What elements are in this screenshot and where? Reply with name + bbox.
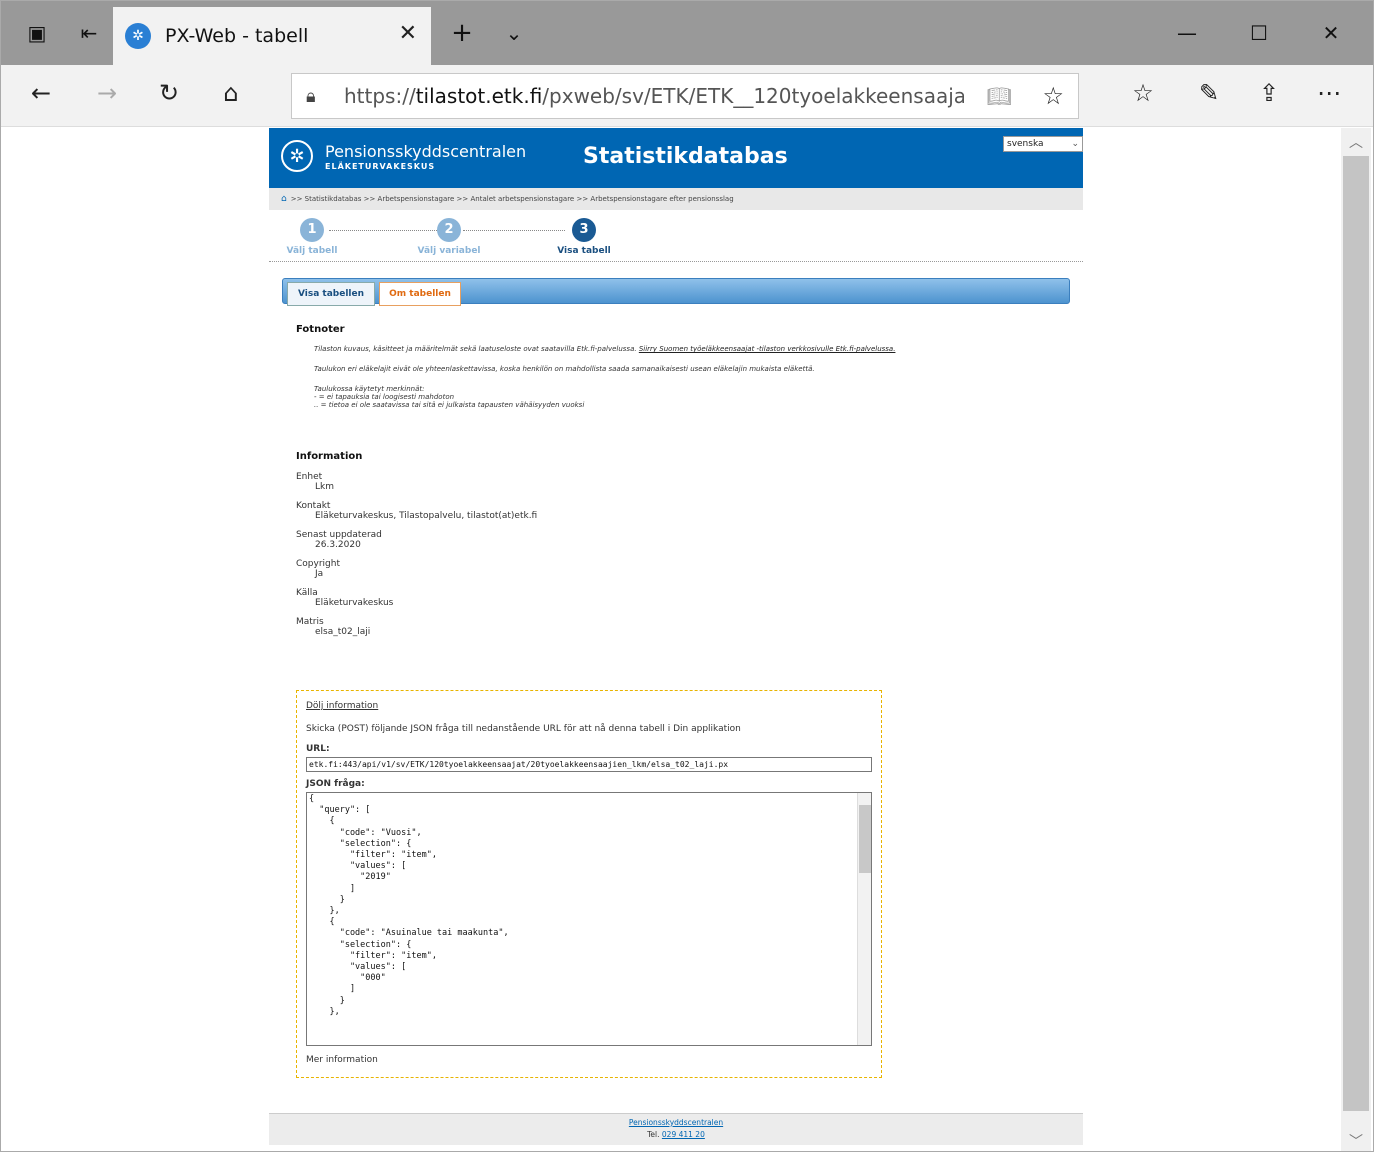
- tab-about-table[interactable]: Om tabellen: [379, 282, 461, 306]
- page-viewport: ✲ Pensionsskyddscentralen ELÄKETURVAKESK…: [1, 128, 1341, 1151]
- more-information-link[interactable]: Mer information: [306, 1055, 378, 1065]
- tab-list-chevron-icon[interactable]: ⌄: [499, 1, 529, 65]
- json-query-textarea[interactable]: { "query": [ { "code": "Vuosi", "selecti…: [306, 792, 872, 1046]
- org-logo-icon[interactable]: ✲: [281, 140, 313, 172]
- new-tab-icon[interactable]: +: [447, 1, 477, 65]
- set-aside-tabs-icon[interactable]: ⇤: [71, 1, 107, 65]
- step-3: 3 Visa tabell: [553, 218, 615, 256]
- api-url-field[interactable]: etk.fi:443/api/v1/sv/ETK/120tyoelakkeens…: [306, 757, 872, 772]
- step-1-label: Välj tabell: [286, 246, 338, 256]
- json-scrollbar[interactable]: [857, 793, 871, 1045]
- footnote-3-line-2: .. = tietoa ei ole saatavissa tai sitä e…: [314, 401, 585, 409]
- footnote-3-title: Taulukossa käytetyt merkinnät:: [314, 385, 425, 393]
- info-item: Kontakt Eläketurvakeskus, Tilastopalvelu…: [296, 501, 538, 521]
- reading-view-icon[interactable]: 📖︎: [987, 84, 1012, 108]
- tab-show-table[interactable]: Visa tabellen: [287, 282, 375, 306]
- json-query-text: { "query": [ { "code": "Vuosi", "selecti…: [309, 794, 509, 1017]
- json-label: JSON fråga:: [306, 779, 365, 789]
- step-2[interactable]: 2 Välj variabel: [411, 218, 487, 256]
- title-bar: ▣ ⇤ ✲ PX-Web - tabell ✕ + ⌄ — ☐ ✕: [1, 1, 1373, 65]
- page-scrollbar-thumb[interactable]: [1343, 156, 1369, 1111]
- step-2-number: 2: [437, 218, 461, 242]
- share-icon[interactable]: ⇪: [1251, 79, 1287, 107]
- footer-phone-link[interactable]: 029 411 20: [662, 1130, 705, 1139]
- back-icon[interactable]: ←: [23, 79, 59, 107]
- language-select[interactable]: svenska ⌄: [1003, 136, 1083, 152]
- info-item: Källa Eläketurvakeskus: [296, 588, 394, 608]
- org-subtitle: ELÄKETURVAKESKUS: [325, 162, 436, 171]
- step-1[interactable]: 1 Välj tabell: [285, 218, 339, 256]
- url-label: URL:: [306, 744, 330, 754]
- favorites-list-icon[interactable]: ☆: [1125, 79, 1161, 107]
- api-info-box: Dölj information Skicka (POST) följande …: [296, 690, 882, 1078]
- home-icon[interactable]: ⌂: [281, 194, 287, 204]
- favorite-star-icon[interactable]: ☆: [1042, 82, 1064, 110]
- step-1-number: 1: [300, 218, 324, 242]
- footnote-link[interactable]: Siirry Suomen työeläkkeensaajat -tilasto…: [639, 345, 896, 353]
- info-item: Enhet Lkm: [296, 472, 334, 492]
- page-title: Statistikdatabas: [583, 144, 788, 169]
- info-item: Matris elsa_t02_laji: [296, 617, 371, 637]
- close-window-icon[interactable]: ✕: [1311, 1, 1351, 65]
- pen-notes-icon[interactable]: ✎: [1191, 79, 1227, 107]
- step-2-label: Välj variabel: [417, 246, 481, 256]
- info-item: Senast uppdaterad 26.3.2020: [296, 530, 382, 550]
- about-content: Fotnoter Tilaston kuvaus, käsitteet ja m…: [296, 324, 1056, 637]
- scroll-up-icon[interactable]: ︿: [1341, 132, 1371, 152]
- breadcrumb-text[interactable]: >> Statistikdatabas >> Arbetspensionstag…: [291, 195, 734, 203]
- footnotes-heading: Fotnoter: [296, 324, 345, 335]
- lock-icon: 🔒︎: [306, 85, 316, 107]
- tab-title: PX-Web - tabell: [165, 25, 309, 47]
- close-tab-icon[interactable]: ✕: [399, 21, 417, 46]
- address-bar[interactable]: 🔒︎ https://tilastot.etk.fi/pxweb/sv/ETK/…: [291, 73, 1079, 119]
- home-icon[interactable]: ⌂: [213, 79, 249, 107]
- browser-window: ▣ ⇤ ✲ PX-Web - tabell ✕ + ⌄ — ☐ ✕ ← → ↻ …: [0, 0, 1374, 1152]
- page-scrollbar[interactable]: ︿ ﹀: [1341, 128, 1371, 1151]
- footnote-2: Taulukon eri eläkelajit eivät ole yhteen…: [314, 365, 815, 373]
- scroll-down-icon[interactable]: ﹀: [1341, 1131, 1371, 1151]
- hide-information-link[interactable]: Dölj information: [306, 701, 378, 711]
- more-options-icon[interactable]: ⋯: [1311, 79, 1347, 107]
- refresh-icon[interactable]: ↻: [151, 79, 187, 107]
- site-banner: ✲ Pensionsskyddscentralen ELÄKETURVAKESK…: [269, 128, 1083, 188]
- address-url[interactable]: https://tilastot.etk.fi/pxweb/sv/ETK/ETK…: [344, 84, 964, 108]
- minimize-icon[interactable]: —: [1167, 1, 1207, 65]
- table-tabs: Visa tabellen Om tabellen: [282, 278, 1070, 306]
- json-scrollbar-thumb[interactable]: [859, 805, 871, 873]
- footnote-3-line-1: - = ei tapauksia tai loogisesti mahdoton: [314, 393, 455, 401]
- forward-icon[interactable]: →: [89, 79, 125, 107]
- step-3-label: Visa tabell: [557, 246, 611, 256]
- site-favicon-icon: ✲: [125, 23, 151, 49]
- info-item: Copyright Ja: [296, 559, 340, 579]
- step-indicator: 1 Välj tabell 2 Välj variabel 3 Visa tab…: [269, 210, 1083, 262]
- footnote-1: Tilaston kuvaus, käsitteet ja määritelmä…: [314, 345, 896, 353]
- information-heading: Information: [296, 451, 363, 462]
- navigation-bar: ← → ↻ ⌂ 🔒︎ https://tilastot.etk.fi/pxweb…: [1, 65, 1373, 127]
- chevron-down-icon: ⌄: [1071, 139, 1079, 149]
- org-name[interactable]: Pensionsskyddscentralen: [325, 142, 526, 161]
- page-container: ✲ Pensionsskyddscentralen ELÄKETURVAKESK…: [269, 128, 1083, 1151]
- api-description: Skicka (POST) följande JSON fråga till n…: [306, 724, 741, 734]
- tab-actions-icon[interactable]: ▣: [19, 1, 55, 65]
- footer-org-link[interactable]: Pensionsskyddscentralen: [629, 1118, 723, 1127]
- maximize-icon[interactable]: ☐: [1239, 1, 1279, 65]
- page-footer: Pensionsskyddscentralen Tel. 029 411 20: [269, 1113, 1083, 1145]
- browser-tab[interactable]: ✲ PX-Web - tabell ✕: [113, 7, 431, 65]
- breadcrumb: ⌂ >> Statistikdatabas >> Arbetspensionsta…: [269, 188, 1083, 210]
- step-3-number: 3: [572, 218, 596, 242]
